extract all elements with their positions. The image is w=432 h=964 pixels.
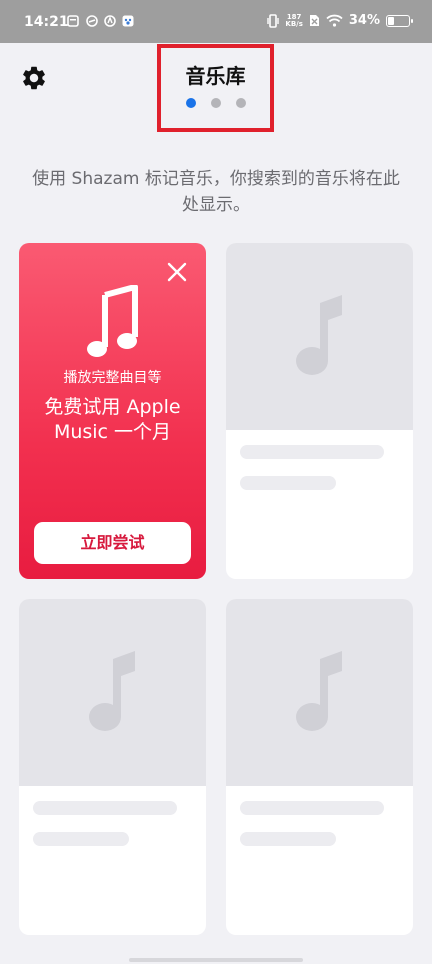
page-dot[interactable] bbox=[235, 98, 246, 108]
home-indicator[interactable] bbox=[129, 958, 303, 962]
battery-percent: 34% bbox=[348, 13, 380, 28]
music-note-icon bbox=[86, 285, 138, 357]
placeholder-artist-bar bbox=[33, 832, 129, 846]
vibrate-icon bbox=[267, 13, 280, 28]
settings-gear-icon[interactable] bbox=[20, 64, 48, 92]
promo-subtitle: 播放完整曲目等 bbox=[63, 370, 162, 386]
page-title: 音乐库 bbox=[185, 64, 246, 88]
placeholder-track-card bbox=[226, 243, 413, 579]
net-speed-unit: KB/s bbox=[285, 19, 303, 28]
status-time: 14:21 bbox=[24, 14, 69, 30]
placeholder-artist-bar bbox=[240, 476, 336, 490]
placeholder-artwork bbox=[226, 243, 413, 430]
wifi-icon bbox=[326, 14, 343, 27]
battery-icon bbox=[386, 14, 413, 27]
placeholder-title-bar bbox=[240, 801, 384, 815]
placeholder-artist-bar bbox=[240, 832, 336, 846]
try-now-button[interactable]: 立即尝试 bbox=[34, 522, 191, 564]
status-right-group: 187 KB/s 34% bbox=[267, 13, 413, 28]
placeholder-title-bar bbox=[33, 801, 177, 815]
close-icon[interactable] bbox=[166, 261, 188, 283]
page-indicator[interactable] bbox=[161, 98, 270, 108]
placeholder-track-card bbox=[19, 599, 206, 935]
placeholder-title-bar bbox=[240, 445, 384, 459]
library-title-highlight: 音乐库 bbox=[157, 44, 274, 132]
page-dot[interactable] bbox=[210, 98, 221, 108]
music-note-placeholder-icon bbox=[88, 650, 135, 731]
music-note-placeholder-icon bbox=[295, 650, 342, 731]
empty-library-message: 使用 Shazam 标记音乐，你搜索到的音乐将在此处显示。 bbox=[32, 169, 400, 215]
no-sim-icon bbox=[309, 15, 319, 26]
page-dot[interactable] bbox=[185, 98, 196, 108]
sync-icon bbox=[104, 15, 116, 27]
message-icon bbox=[67, 15, 79, 27]
placeholder-artwork bbox=[226, 599, 413, 786]
music-note-placeholder-icon bbox=[295, 294, 342, 375]
placeholder-artwork bbox=[19, 599, 206, 786]
baidu-icon bbox=[122, 15, 134, 27]
status-bar: 14:21 187 KB/s 34% bbox=[0, 0, 432, 43]
apple-music-promo-card[interactable]: 播放完整曲目等 免费试用 Apple Music 一个月 立即尝试 bbox=[19, 243, 206, 579]
placeholder-track-card bbox=[226, 599, 413, 935]
battery-level bbox=[388, 16, 395, 25]
app-notification-icon bbox=[86, 15, 98, 27]
net-speed: 187 KB/s bbox=[285, 13, 303, 28]
promo-headline: 免费试用 Apple Music 一个月 bbox=[44, 396, 181, 443]
